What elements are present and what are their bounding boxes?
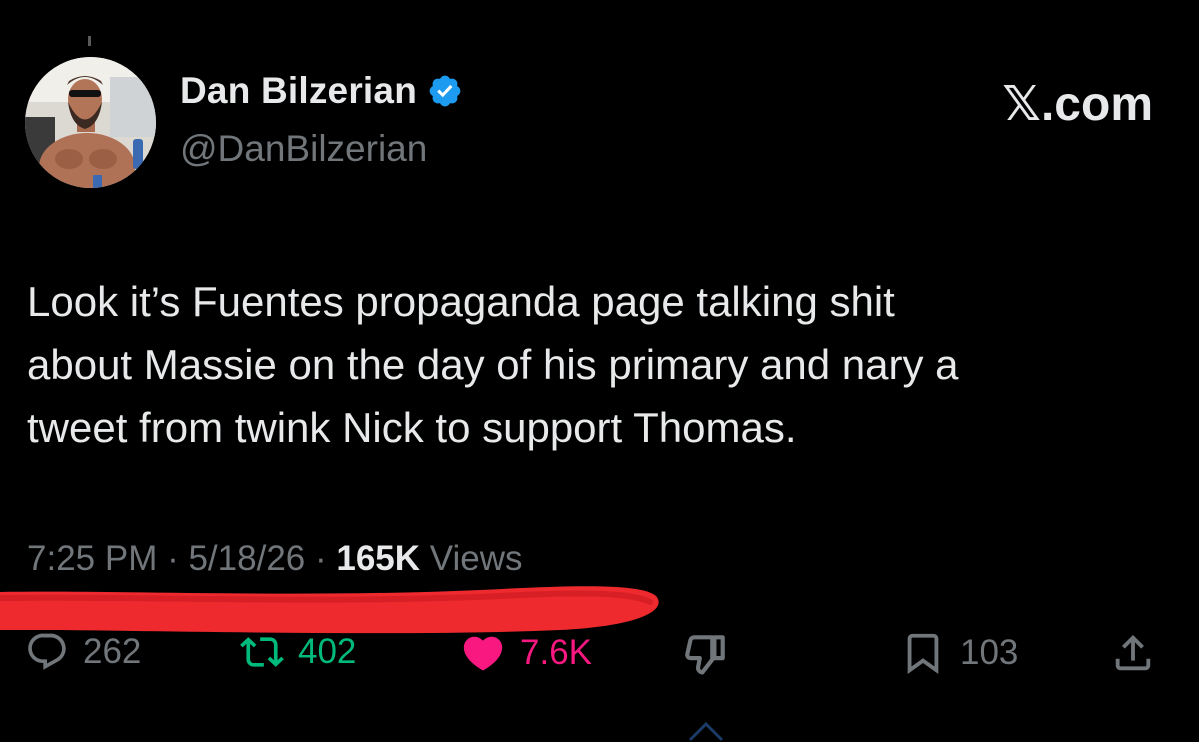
dislike-button[interactable] (680, 630, 730, 680)
thumbs-down-icon (685, 635, 725, 675)
watermark-domain: .com (1040, 77, 1153, 131)
red-redaction-scribble (0, 586, 659, 634)
verified-badge-icon (427, 73, 463, 109)
bookmark-button[interactable]: 103 (900, 630, 1018, 676)
author-name-row[interactable]: Dan Bilzerian (180, 70, 463, 112)
author-display-name[interactable]: Dan Bilzerian (180, 70, 417, 112)
avatar[interactable] (25, 57, 156, 188)
x-com-watermark: 𝕏 .com (1002, 76, 1153, 132)
bookmark-count: 103 (960, 633, 1019, 672)
avatar-image (25, 57, 156, 188)
scroll-chevron-icon (688, 721, 724, 742)
x-logo-icon: 𝕏 (1002, 76, 1041, 132)
share-button[interactable] (1110, 630, 1156, 676)
bookmark-icon (907, 633, 939, 674)
status-tick (88, 36, 91, 46)
share-icon (1115, 634, 1151, 671)
tweet-text: Look it’s Fuentes propaganda page talkin… (27, 278, 959, 451)
author-handle[interactable]: @DanBilzerian (180, 128, 427, 170)
